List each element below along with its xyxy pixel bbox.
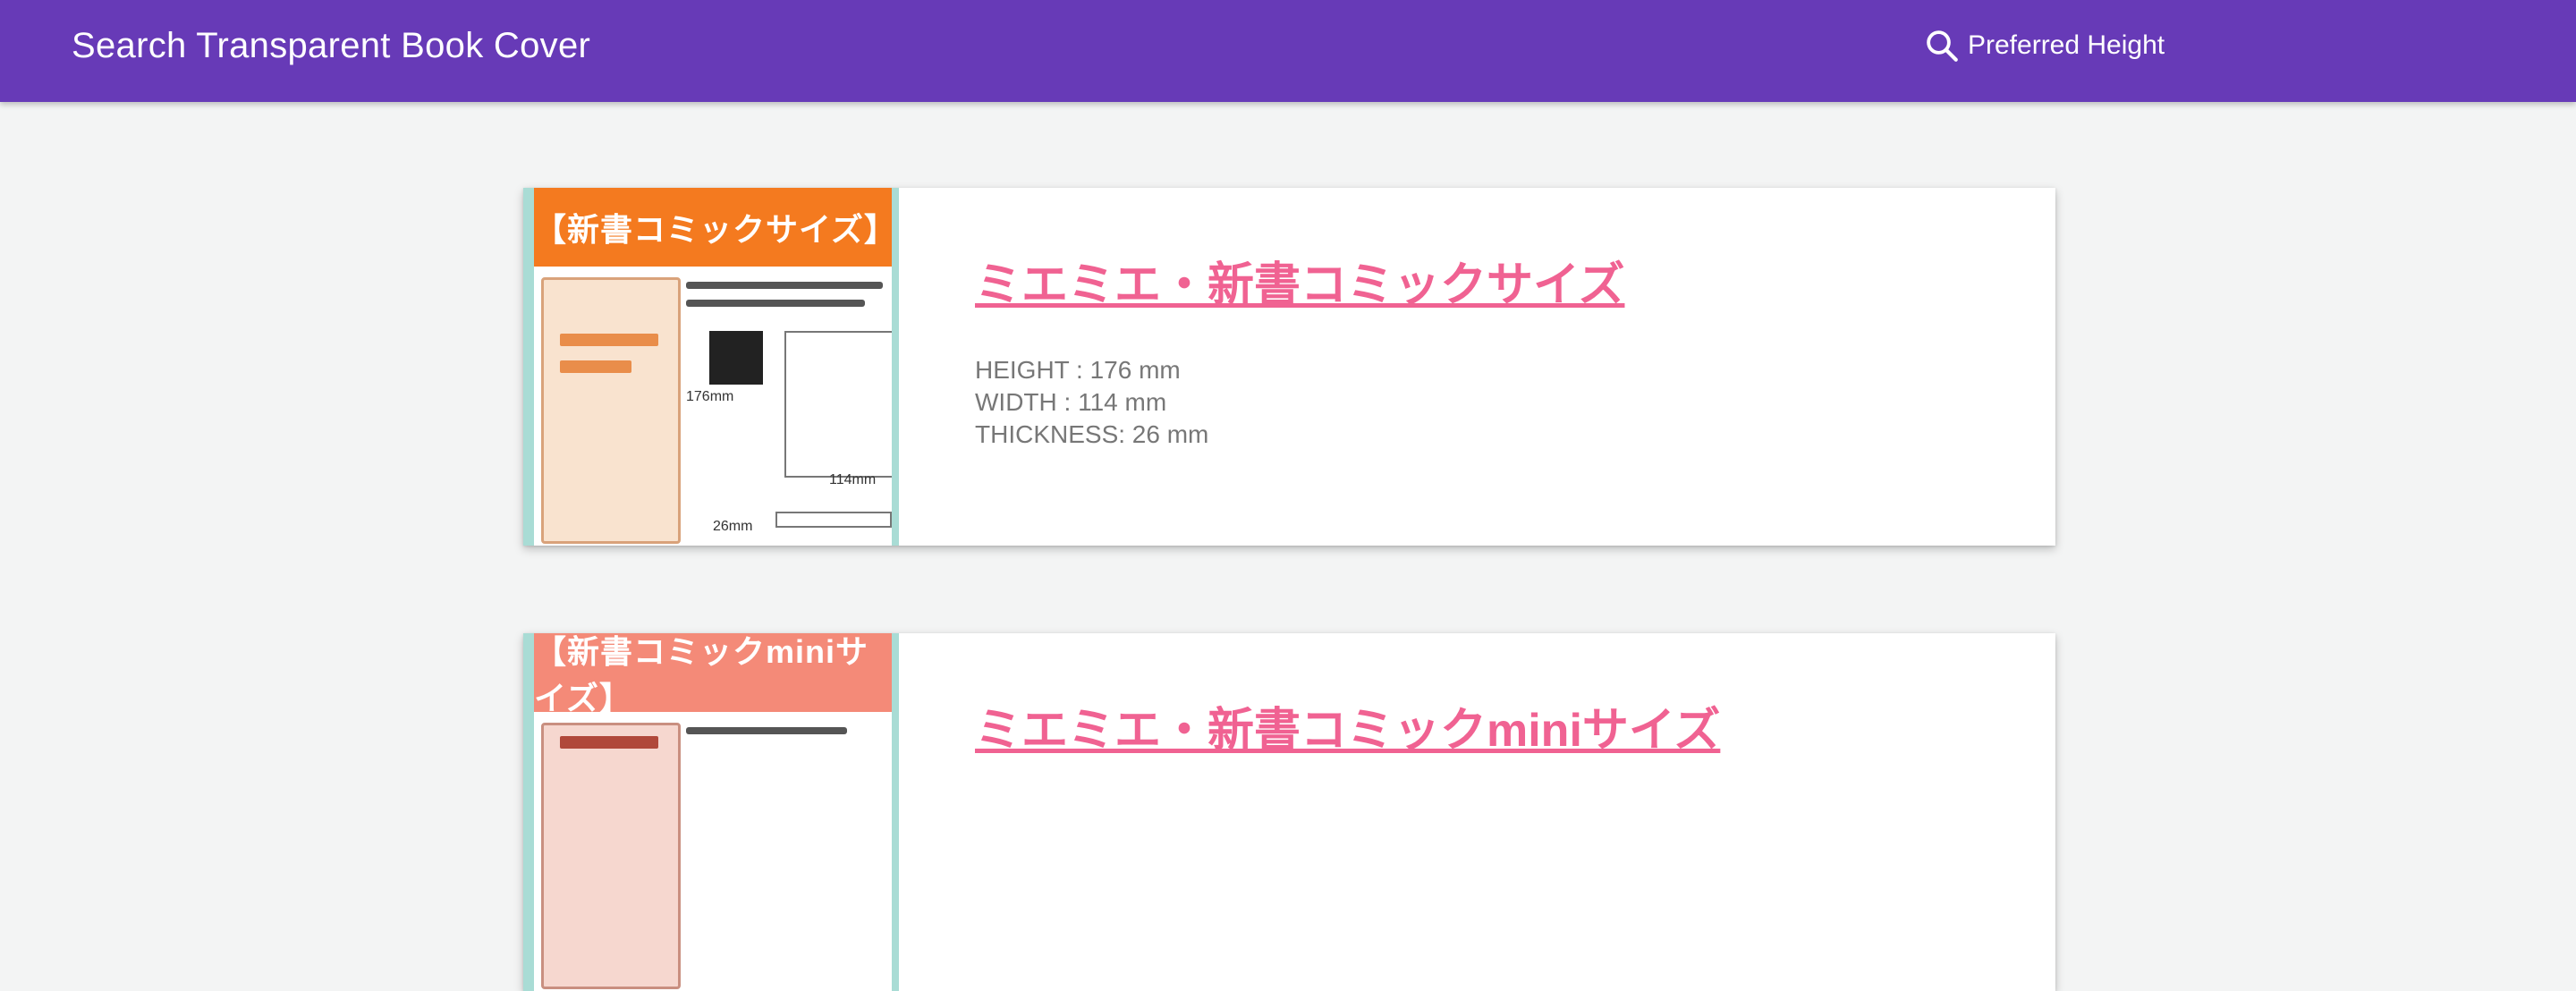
book-sleeve-illustration bbox=[541, 277, 681, 544]
thumbnail-image: 【新書コミックminiサイズ】 bbox=[534, 633, 892, 991]
search-label: Preferred Height bbox=[1968, 30, 2165, 60]
card-body: ミエミエ・新書コミックサイズ HEIGHT : 176 mm WIDTH : 1… bbox=[975, 188, 2002, 546]
thumbnail-width-dimension: 114mm bbox=[829, 472, 877, 487]
thumbnail-qr-mark bbox=[709, 331, 763, 385]
spec-thickness: THICKNESS: 26 mm bbox=[975, 420, 1209, 448]
app-title: Search Transparent Book Cover bbox=[72, 26, 591, 65]
dimension-diagram bbox=[784, 331, 892, 478]
app-bar: Search Transparent Book Cover Preferred … bbox=[0, 0, 2576, 102]
thumbnail-banner: 【新書コミックminiサイズ】 bbox=[534, 633, 892, 716]
result-card: 【新書コミックサイズ】 176mm 114mm 26mm ミエミエ・新書コミック… bbox=[523, 188, 2055, 546]
thumbnail-note-line bbox=[686, 727, 847, 734]
book-sleeve-illustration bbox=[541, 723, 681, 989]
thumbnail-banner: 【新書コミックサイズ】 bbox=[534, 188, 892, 267]
sleeve-label-bar bbox=[560, 360, 631, 373]
product-thumbnail[interactable]: 【新書コミックminiサイズ】 bbox=[523, 633, 899, 991]
product-title-link[interactable]: ミエミエ・新書コミックサイズ bbox=[975, 258, 1624, 313]
spec-width: WIDTH : 114 mm bbox=[975, 388, 1167, 416]
thumbnail-note-line bbox=[686, 300, 865, 307]
result-card: 【新書コミックminiサイズ】 ミエミエ・新書コミックminiサイズ bbox=[523, 633, 2055, 991]
thumbnail-height-dimension: 176mm bbox=[686, 389, 734, 404]
card-body: ミエミエ・新書コミックminiサイズ bbox=[975, 633, 2002, 991]
preferred-height-search-button[interactable]: Preferred Height bbox=[1923, 25, 2165, 66]
search-icon bbox=[1927, 30, 1958, 62]
product-title-link[interactable]: ミエミエ・新書コミックminiサイズ bbox=[975, 703, 1720, 758]
thumbnail-image: 【新書コミックサイズ】 176mm 114mm 26mm bbox=[534, 188, 892, 546]
thickness-diagram bbox=[775, 512, 892, 528]
spec-height: HEIGHT : 176 mm bbox=[975, 356, 1181, 384]
sleeve-label-bar bbox=[560, 736, 658, 749]
product-thumbnail[interactable]: 【新書コミックサイズ】 176mm 114mm 26mm bbox=[523, 188, 899, 546]
product-specs: HEIGHT : 176 mm WIDTH : 114 mm THICKNESS… bbox=[975, 354, 1208, 451]
sleeve-label-bar bbox=[560, 334, 658, 346]
thumbnail-thickness-dimension: 26mm bbox=[713, 519, 753, 534]
thumbnail-note-line bbox=[686, 282, 883, 289]
